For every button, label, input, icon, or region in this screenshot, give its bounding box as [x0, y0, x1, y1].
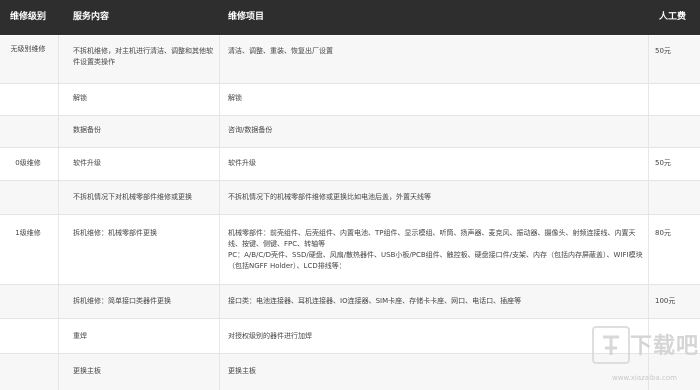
- table-header: 维修级别 服务内容 维修项目 人工费: [0, 0, 700, 35]
- row-divider: [0, 83, 700, 84]
- cell-item: 机械零部件：前壳组件、后壳组件、内置电池、TP组件、显示模组、听筒、扬声器、麦克…: [228, 229, 643, 270]
- cell-item: 对授权级别的器件进行加焊: [228, 332, 312, 340]
- header-fee: 人工费: [659, 12, 687, 22]
- cell-service: 更换主板: [73, 367, 101, 375]
- header-service: 服务内容: [73, 12, 110, 22]
- cell-fee: 50元: [655, 159, 671, 167]
- row-divider: [0, 115, 700, 116]
- column-divider: [219, 35, 220, 390]
- watermark-text: 下载吧: [630, 334, 700, 359]
- cell-item: 更换主板: [228, 367, 256, 375]
- cell-service: 软件升级: [73, 159, 101, 167]
- cell-fee: 80元: [655, 229, 671, 237]
- header-item: 维修项目: [228, 12, 265, 22]
- cell-service: 拆机维修：机械零部件更换: [73, 229, 157, 237]
- cell-service: 数据备份: [73, 126, 101, 134]
- watermark-url: www.xiazaiba.com: [612, 374, 677, 382]
- row-divider: [0, 214, 700, 215]
- row-divider: [0, 284, 700, 285]
- header-level: 维修级别: [10, 12, 47, 22]
- cell-item: 接口类：电池连接器、耳机连接器、IO连接器、SIM卡座、存储卡卡座、网口、电话口…: [228, 297, 522, 305]
- cell-service: 不拆机维修，对主机进行清洁、调整和其他软件设置类操作: [73, 47, 213, 66]
- row-divider: [0, 318, 700, 319]
- row-divider: [0, 147, 700, 148]
- cell-item: 不拆机情况下的机械零部件维修或更换比如电池后盖，外置天线等: [228, 193, 431, 201]
- cell-item: 软件升级: [228, 159, 256, 167]
- cell-service: 拆机维修：简单接口类器件更换: [73, 297, 171, 305]
- cell-fee: 100元: [655, 297, 676, 305]
- column-divider: [58, 35, 59, 390]
- cell-fee: 50元: [655, 47, 671, 55]
- cell-level: 无级别维修: [10, 45, 46, 53]
- row-divider: [0, 180, 700, 181]
- cell-service: 解锁: [73, 94, 87, 102]
- watermark-logo-icon: [592, 326, 630, 364]
- cell-item: 咨询/数据备份: [228, 126, 273, 134]
- cell-item: 解锁: [228, 94, 242, 102]
- cell-item: 清洁、调整、重装、恢复出厂设置: [228, 47, 333, 55]
- cell-level: 0级维修: [15, 159, 41, 167]
- cell-service: 不拆机情况下对机械零部件维修或更换: [73, 193, 192, 201]
- cell-service: 重焊: [73, 332, 87, 340]
- cell-level: 1级维修: [15, 229, 41, 237]
